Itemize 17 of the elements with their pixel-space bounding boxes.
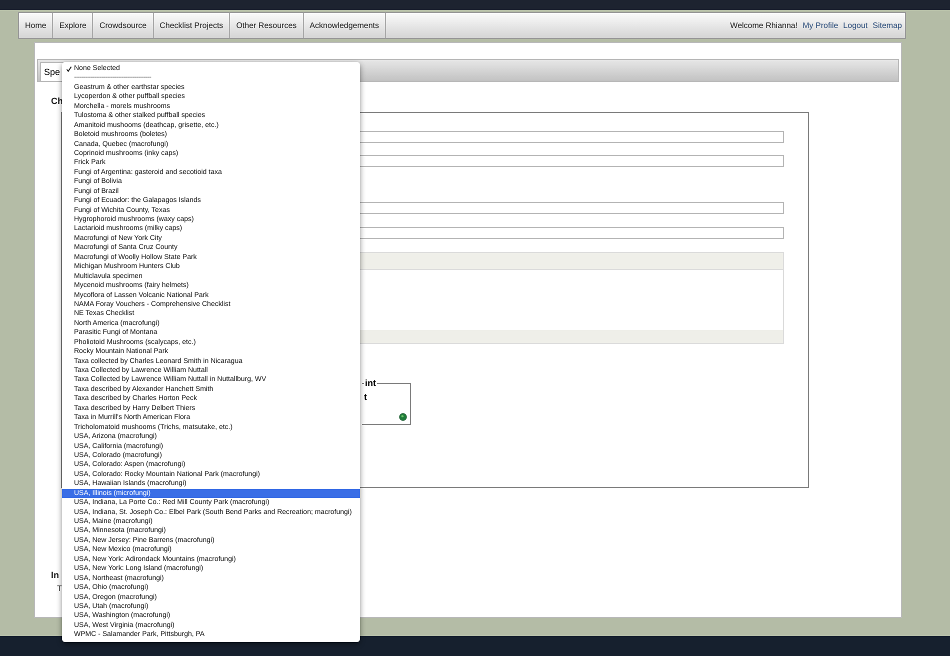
nav-link[interactable]: Acknowledgements bbox=[304, 13, 386, 38]
nav-link[interactable]: Crowdsource bbox=[93, 13, 154, 38]
nav-link[interactable]: Home bbox=[19, 13, 54, 38]
user-link[interactable]: Logout bbox=[843, 21, 868, 30]
welcome-text: Welcome Rhianna! bbox=[730, 21, 798, 30]
nav-link[interactable]: Explore bbox=[53, 13, 94, 38]
user-link[interactable]: Sitemap bbox=[872, 21, 902, 30]
section-text: T bbox=[57, 584, 62, 593]
globe-icon[interactable] bbox=[399, 413, 407, 421]
section-heading: In bbox=[51, 570, 59, 580]
fieldset-legend: int bbox=[364, 378, 377, 388]
nav-link[interactable]: Other Resources bbox=[230, 13, 304, 38]
footprint-text: t bbox=[364, 392, 367, 402]
nav-link[interactable]: Checklist Projects bbox=[154, 13, 230, 38]
check-icon bbox=[66, 66, 72, 72]
tab[interactable]: Spe bbox=[40, 62, 64, 81]
user-link[interactable]: My Profile bbox=[802, 21, 838, 30]
